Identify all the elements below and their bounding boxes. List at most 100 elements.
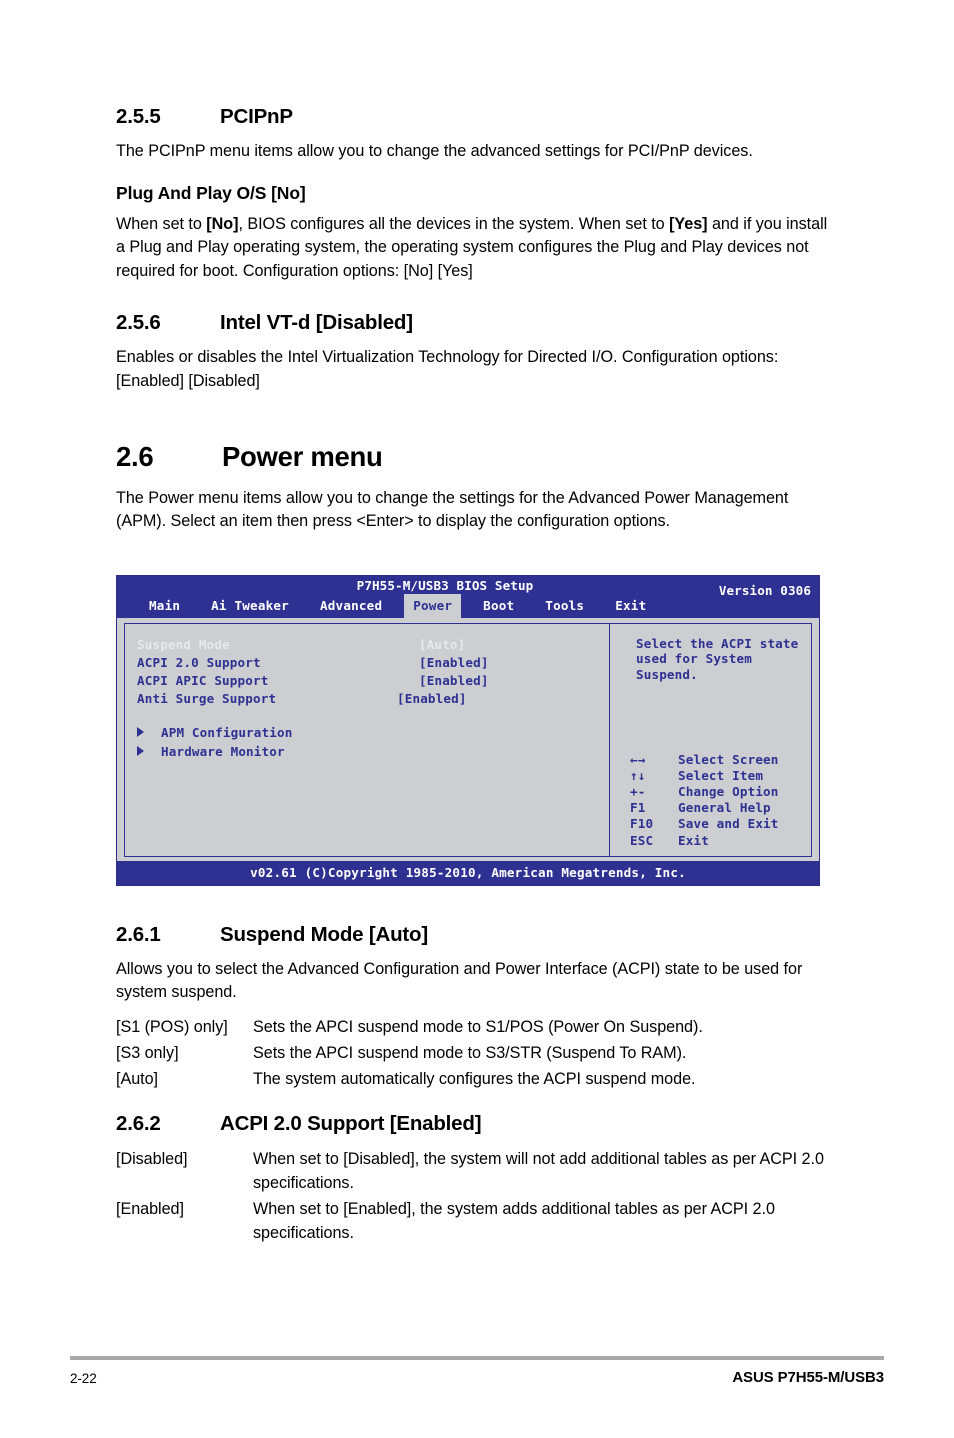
key-action: Exit (678, 832, 709, 848)
heading-2-5-6: 2.5.6 Intel VT-d [Disabled] (116, 311, 838, 335)
key-f1: F1 (630, 800, 646, 816)
bios-body: Suspend Mode [Auto] ACPI 2.0 Support [En… (117, 617, 819, 861)
key-arrows-vertical: ↑↓ (630, 767, 646, 783)
heading-number: 2.5.5 (116, 105, 161, 128)
key-legend-row: +- Change Option (630, 784, 779, 800)
suspend-mode-body: Allows you to select the Advanced Config… (116, 959, 803, 1002)
option-label: Suspend Mode (137, 636, 230, 652)
option-value: [Enabled] (419, 654, 489, 670)
key-esc: ESC (630, 832, 654, 848)
heading-title: Suspend Mode [Auto] (220, 922, 429, 946)
key-plus-minus: +- (630, 783, 646, 799)
bios-screenshot: P7H55-M/USB3 BIOS Setup Version 0306 Mai… (116, 574, 820, 886)
bios-tab-ai-tweaker[interactable]: Ai Tweaker (202, 594, 298, 618)
plug-and-play-body: When set to [No], BIOS configures all th… (116, 213, 838, 284)
option-value: [Enabled] (397, 690, 467, 706)
triangle-right-icon (137, 746, 144, 757)
key-legend-row: F1 General Help (630, 800, 779, 816)
heading-title: Power menu (222, 440, 383, 472)
definition-description: When set to [Enabled], the system adds a… (253, 1199, 775, 1243)
bios-tab-exit[interactable]: Exit (606, 594, 655, 618)
bios-option-anti-surge-support[interactable]: Anti Surge Support [Enabled] (137, 690, 609, 708)
definition-row-s3-only: [S3 only] Sets the APCI suspend mode to … (116, 1041, 838, 1065)
bios-tab-power[interactable]: Power (404, 593, 462, 618)
bios-submenu-hardware-monitor[interactable]: Hardware Monitor (137, 742, 609, 761)
bios-copyright-bar: v02.61 (C)Copyright 1985-2010, American … (117, 860, 819, 885)
heading-number: 2.6.2 (116, 1111, 161, 1135)
bios-option-suspend-mode[interactable]: Suspend Mode [Auto] (137, 636, 609, 654)
bios-panel-frame: Suspend Mode [Auto] ACPI 2.0 Support [En… (124, 622, 812, 857)
heading-number: 2.6 (116, 440, 154, 472)
submenu-label: Hardware Monitor (161, 743, 285, 759)
submenu-label: APM Configuration (161, 724, 293, 740)
heading-2-6: 2.6 Power menu (116, 441, 838, 473)
heading-2-6-2: 2.6.2 ACPI 2.0 Support [Enabled] (116, 1112, 838, 1136)
triangle-right-icon (137, 727, 144, 738)
help-line: Suspend. (636, 666, 698, 682)
page-number: 2-22 (70, 1371, 97, 1386)
heading-title: Intel VT-d [Disabled] (220, 311, 413, 335)
bios-option-acpi-20-support[interactable]: ACPI 2.0 Support [Enabled] (137, 654, 609, 672)
bios-options-list: Suspend Mode [Auto] ACPI 2.0 Support [En… (125, 624, 609, 761)
definition-term: [S3 only] (116, 1044, 179, 1063)
bios-tab-main[interactable]: Main (140, 594, 189, 618)
bios-title: P7H55-M/USB3 BIOS Setup (356, 577, 534, 593)
key-legend-row: ↑↓ Select Item (630, 768, 779, 784)
key-action: Select Item (678, 767, 764, 783)
definition-row-disabled: [Disabled] When set to [Disabled], the s… (116, 1147, 838, 1195)
definition-term: [Disabled] (116, 1149, 188, 1168)
key-arrows-horizontal: ←→ (630, 751, 646, 767)
pnp-text-c: , BIOS configures all the devices in the… (238, 214, 670, 233)
power-menu-body: The Power menu items allow you to change… (116, 488, 789, 531)
help-line: Select the ACPI state (636, 635, 799, 651)
option-value: [Auto] (419, 636, 466, 652)
footer-divider (70, 1356, 884, 1360)
key-legend-row: ESC Exit (630, 833, 779, 849)
page-content: 2.5.5 PCIPnP The PCIPnP menu items allow… (116, 105, 838, 1247)
heading-title: PCIPnP (220, 105, 293, 128)
heading-number: 2.5.6 (116, 311, 161, 335)
footer-product-name: ASUS P7H55-M/USB3 (732, 1369, 884, 1386)
definition-row-enabled: [Enabled] When set to [Enabled], the sys… (116, 1197, 838, 1245)
bios-key-legend: ←→ Select Screen ↑↓ Select Item +- Chang… (610, 752, 779, 849)
definition-term: [S1 (POS) only] (116, 1017, 228, 1036)
definition-description: Sets the APCI suspend mode to S1/POS (Po… (253, 1017, 703, 1036)
subheading-plug-and-play: Plug And Play O/S [No] (116, 182, 306, 203)
definition-term: [Enabled] (116, 1199, 184, 1218)
bios-submenu-apm-configuration[interactable]: APM Configuration (137, 723, 609, 742)
definition-description: The system automatically configures the … (253, 1070, 696, 1089)
heading-2-5-5: 2.5.5 PCIPnP (116, 105, 838, 129)
bios-option-acpi-apic-support[interactable]: ACPI APIC Support [Enabled] (137, 672, 609, 690)
definition-row-auto: [Auto] The system automatically configur… (116, 1067, 838, 1091)
definition-description: Sets the APCI suspend mode to S3/STR (Su… (253, 1044, 687, 1063)
help-line: used for System (636, 651, 752, 667)
pnp-text-a: When set to (116, 214, 207, 233)
key-legend-row: ←→ Select Screen (630, 752, 779, 768)
definition-description: When set to [Disabled], the system will … (253, 1149, 824, 1192)
pnp-text-no: [No] (206, 214, 239, 233)
key-action: General Help (678, 800, 771, 816)
option-label: ACPI APIC Support (137, 672, 269, 688)
option-value: [Enabled] (419, 672, 489, 688)
option-label: ACPI 2.0 Support (137, 654, 261, 670)
key-legend-row: F10 Save and Exit (630, 816, 779, 832)
key-action: Select Screen (678, 751, 779, 767)
pnp-text-yes: [Yes] (669, 214, 708, 233)
heading-title: ACPI 2.0 Support [Enabled] (220, 1111, 482, 1135)
bios-tab-advanced[interactable]: Advanced (311, 594, 391, 618)
manual-page: 2.5.5 PCIPnP The PCIPnP menu items allow… (0, 0, 954, 1438)
key-f10: F10 (630, 816, 654, 832)
bios-version: Version 0306 (718, 582, 811, 598)
bios-tab-boot[interactable]: Boot (474, 594, 523, 618)
option-label: Anti Surge Support (137, 690, 277, 706)
heading-2-6-1: 2.6.1 Suspend Mode [Auto] (116, 923, 838, 947)
heading-number: 2.6.1 (116, 922, 161, 946)
intel-vtd-body: Enables or disables the Intel Virtualiza… (116, 348, 779, 390)
key-action: Save and Exit (678, 816, 779, 832)
definition-row-s1-pos: [S1 (POS) only] Sets the APCI suspend mo… (116, 1015, 838, 1039)
key-action: Change Option (678, 783, 779, 799)
bios-tab-tools[interactable]: Tools (536, 594, 593, 618)
pcipnp-intro: The PCIPnP menu items allow you to chang… (116, 142, 753, 160)
bios-header: P7H55-M/USB3 BIOS Setup Version 0306 Mai… (117, 575, 819, 618)
definition-term: [Auto] (116, 1070, 158, 1089)
